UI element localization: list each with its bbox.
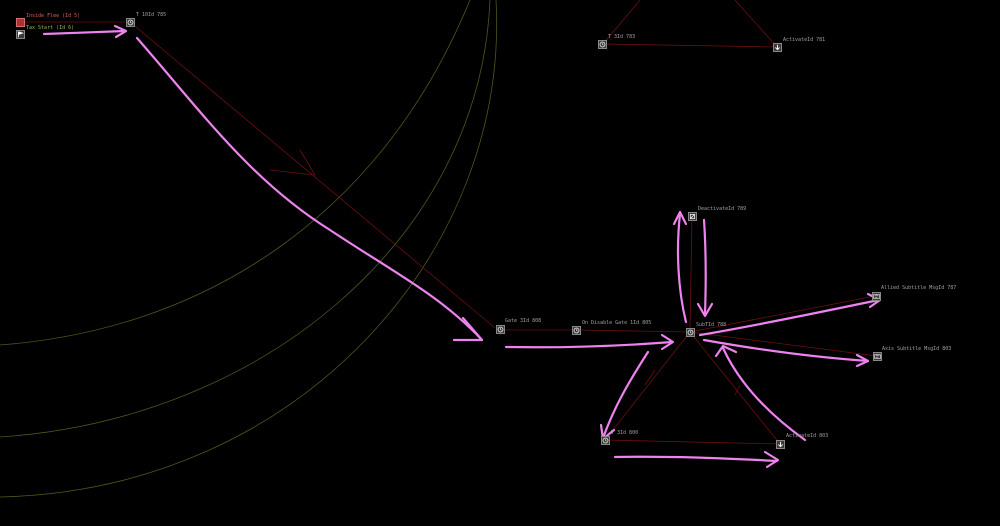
annotation-arrow (42, 29, 127, 36)
edge-line (602, 43, 778, 48)
edge-line (575, 329, 691, 333)
node-label-axis-subtitle: Axis Subtitle MsgId 803 (882, 346, 952, 352)
node-label-on-disable-gate: On Disable Gate 1Id 805 (582, 320, 652, 326)
edge-line (689, 215, 693, 331)
flag-icon[interactable] (16, 30, 25, 39)
node-label-allied-subtitle: Allied Subtitle MsgId 787 (881, 285, 957, 291)
down-arrow-icon[interactable] (773, 43, 782, 52)
red-square-icon[interactable] (16, 18, 25, 27)
clock-icon[interactable] (598, 40, 607, 49)
message-icon[interactable] (872, 292, 881, 301)
deactivate-icon[interactable] (688, 212, 697, 221)
edge-lines (20, 0, 878, 445)
down-arrow-icon[interactable] (776, 440, 785, 449)
annotation-arrow (504, 340, 674, 349)
annotation-arrow (698, 298, 881, 337)
node-label-t-bottom: T 3Id 800 (611, 430, 639, 436)
node-label-tax-start: Tax Start (Id 6) (26, 25, 75, 31)
annotation-arrow (601, 350, 650, 440)
curve-line (0, 0, 471, 346)
annotation-arrow (702, 218, 707, 316)
curve-line (0, 0, 498, 498)
graph-canvas (0, 0, 882, 498)
node-label-activate-bottom: ActivateId 803 (786, 433, 829, 439)
node-label-subt: SubTId 788 (696, 322, 727, 328)
edge-line (689, 331, 781, 445)
annotation-arrow (676, 212, 688, 324)
node-label-t-3: T 3Id 783 (608, 34, 636, 40)
node-label-gate: Gate 3Id 808 (505, 318, 542, 324)
node-label-inside-flee: Inside Flee (Id 5) (26, 13, 81, 19)
curve-line (0, 0, 491, 438)
edge-line (604, 439, 781, 445)
annotation-arrow-head (452, 316, 484, 342)
clock-icon[interactable] (601, 436, 610, 445)
annotation-arrow (135, 36, 484, 342)
clock-icon[interactable] (496, 325, 505, 334)
clock-icon[interactable] (126, 18, 135, 27)
annotation-arrow (613, 455, 779, 463)
node-label-deactivate: DeactivateId 789 (698, 206, 747, 212)
clock-icon[interactable] (686, 328, 695, 337)
edge-line (604, 331, 691, 441)
node-label-t-10: T 10Id 785 (136, 12, 167, 18)
clock-icon[interactable] (572, 326, 581, 335)
message-icon[interactable] (873, 352, 882, 361)
node-label-activate-top: ActivateId 781 (783, 37, 826, 43)
edge-line (734, 0, 778, 48)
curve-lines (0, 0, 498, 498)
